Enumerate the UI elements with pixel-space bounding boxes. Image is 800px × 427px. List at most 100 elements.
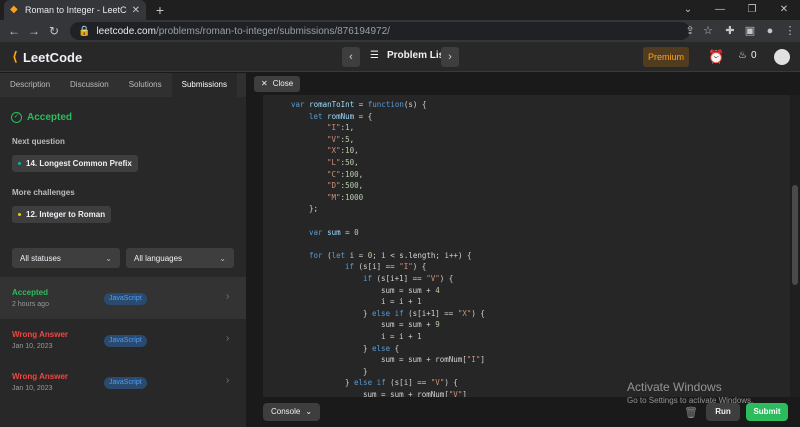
- code-line: "X":10,: [327, 146, 359, 155]
- streak-count: 0: [750, 50, 757, 61]
- windows-activation-watermark: Activate Windows Go to Settings to activ…: [627, 380, 753, 405]
- code-token: "C": [327, 169, 341, 179]
- more-challenge-chip[interactable]: 12. Integer to Roman: [12, 206, 112, 223]
- code-token: 100: [345, 169, 359, 179]
- next-question-title: 14. Longest Common Prefix: [26, 159, 132, 168]
- code-token: ) {: [412, 262, 427, 272]
- lock-icon: 🔒: [78, 25, 91, 37]
- code-token: sum = sum +: [381, 285, 436, 295]
- submission-date: Jan 10, 2023: [12, 343, 53, 350]
- code-line: };: [309, 204, 318, 213]
- leetcode-logo[interactable]: ⟨ LeetCode: [12, 49, 82, 65]
- avatar[interactable]: [774, 49, 790, 65]
- reset-code-icon[interactable]: 🗑: [684, 406, 698, 419]
- code-token: (s) {: [403, 100, 427, 109]
- code-line: sum = sum + 4: [381, 286, 440, 295]
- premium-button[interactable]: Premium: [643, 47, 689, 67]
- tab-discussion[interactable]: Discussion: [60, 73, 119, 97]
- check-circle-icon: ✓: [11, 112, 22, 123]
- url-path: /problems/roman-to-integer/submissions/8…: [155, 25, 390, 37]
- submission-row[interactable]: Wrong Answer Jan 10, 2023 JavaScript ›: [0, 361, 246, 403]
- sidebar-icon[interactable]: ▣: [742, 23, 758, 39]
- prev-problem-button[interactable]: ‹: [342, 47, 360, 67]
- streak-counter[interactable]: ♨ 0: [738, 50, 757, 61]
- minimize-icon[interactable]: —: [704, 0, 736, 20]
- reload-icon[interactable]: ↻: [46, 23, 62, 39]
- panel-tabs: Description Discussion Solutions Submiss…: [0, 73, 246, 97]
- submission-status: Wrong Answer: [12, 372, 69, 381]
- address-bar[interactable]: 🔒 leetcode.com/problems/roman-to-integer…: [70, 22, 690, 40]
- browser-tab[interactable]: ◆ Roman to Integer - LeetCode ✕: [4, 0, 146, 20]
- code-token: 1000: [345, 192, 364, 202]
- code-token: ,: [358, 181, 364, 191]
- code-token: "L": [327, 158, 341, 167]
- new-tab-button[interactable]: +: [152, 2, 168, 18]
- forward-icon[interactable]: →: [26, 23, 42, 39]
- status-filter-select[interactable]: All statuses ⌄: [12, 248, 120, 268]
- code-token: }: [363, 366, 368, 376]
- code-token: "X": [457, 308, 472, 318]
- language-badge: JavaScript: [104, 293, 147, 305]
- watermark-line-1: Activate Windows: [627, 380, 722, 394]
- code-line: sum = sum + romNum["I"]: [381, 355, 485, 364]
- easy-dot-icon: [18, 162, 21, 165]
- leetcode-logo-icon: ⟨: [12, 49, 18, 64]
- language-filter-value: All languages: [134, 253, 183, 263]
- next-problem-button[interactable]: ›: [441, 47, 459, 67]
- profile-icon[interactable]: ●: [762, 23, 778, 39]
- tab-submissions[interactable]: Submissions: [171, 73, 237, 97]
- run-button[interactable]: Run: [706, 403, 740, 421]
- alarm-clock-icon[interactable]: ⏰: [708, 49, 724, 65]
- code-token: 9: [435, 320, 440, 330]
- code-line: }: [363, 367, 368, 376]
- problem-list-button[interactable]: ☰ Problem List: [370, 50, 448, 61]
- code-line: sum = sum + 9: [381, 320, 440, 329]
- code-line: var romanToInt = function(s) {: [291, 100, 426, 109]
- console-toggle-button[interactable]: Console ⌄: [263, 403, 321, 421]
- code-token: 1: [417, 297, 422, 307]
- tab-search-icon[interactable]: ⌄: [672, 0, 704, 20]
- watermark-line-2: Go to Settings to activate Windows.: [627, 396, 754, 405]
- menu-icon[interactable]: ⋮: [782, 23, 798, 39]
- code-token: else if: [372, 308, 409, 318]
- code-line: "L":50,: [327, 158, 359, 167]
- browser-tab-strip: ◆ Roman to Integer - LeetCode ✕ + ⌄ — ❐ …: [0, 0, 800, 20]
- code-editor[interactable]: var romanToInt = function(s) {let romNum…: [263, 95, 790, 397]
- tab-description[interactable]: Description: [0, 73, 60, 97]
- share-icon[interactable]: ⇪: [682, 23, 698, 39]
- restore-icon[interactable]: ❐: [736, 0, 768, 20]
- code-token: "V": [327, 134, 341, 144]
- code-token: 1: [417, 332, 422, 341]
- extensions-icon[interactable]: ✚: [722, 23, 738, 39]
- code-line: var sum = 0: [309, 228, 359, 237]
- close-result-button[interactable]: ✕ Close: [254, 76, 301, 92]
- code-token: "I": [327, 123, 341, 133]
- code-line: "C":100,: [327, 170, 363, 179]
- panel-resize-handle[interactable]: [246, 73, 252, 427]
- code-line: "V":5,: [327, 135, 354, 144]
- code-token: var: [309, 227, 328, 237]
- code-token: romNum: [327, 111, 355, 121]
- back-icon[interactable]: ←: [6, 23, 22, 39]
- status-filter-value: All statuses: [20, 253, 61, 263]
- code-line: "D":500,: [327, 181, 363, 190]
- code-token: "I": [466, 355, 481, 365]
- language-filter-select[interactable]: All languages ⌄: [126, 248, 234, 268]
- tab-solutions[interactable]: Solutions: [119, 73, 172, 97]
- editor-scrollbar[interactable]: [790, 95, 800, 397]
- submission-row[interactable]: Wrong Answer Jan 10, 2023 JavaScript ›: [0, 319, 246, 361]
- scrollbar-thumb[interactable]: [792, 185, 798, 285]
- next-question-chip[interactable]: 14. Longest Common Prefix: [12, 155, 138, 172]
- code-token: "X": [327, 146, 341, 156]
- close-tab-icon[interactable]: ✕: [132, 5, 140, 16]
- code-token: 0: [354, 227, 359, 237]
- code-line: if (s[i+1] == "V") {: [363, 274, 453, 283]
- bookmark-star-icon[interactable]: ☆: [700, 23, 716, 39]
- close-window-icon[interactable]: ✕: [768, 0, 800, 20]
- submit-button[interactable]: Submit: [746, 403, 788, 421]
- code-line: i = i + 1: [381, 332, 422, 341]
- problem-list-label: Problem List: [386, 50, 448, 61]
- result-status-label: Accepted: [27, 112, 73, 123]
- submission-row[interactable]: Accepted 2 hours ago JavaScript ›: [0, 277, 246, 319]
- submission-date: Jan 10, 2023: [12, 385, 53, 392]
